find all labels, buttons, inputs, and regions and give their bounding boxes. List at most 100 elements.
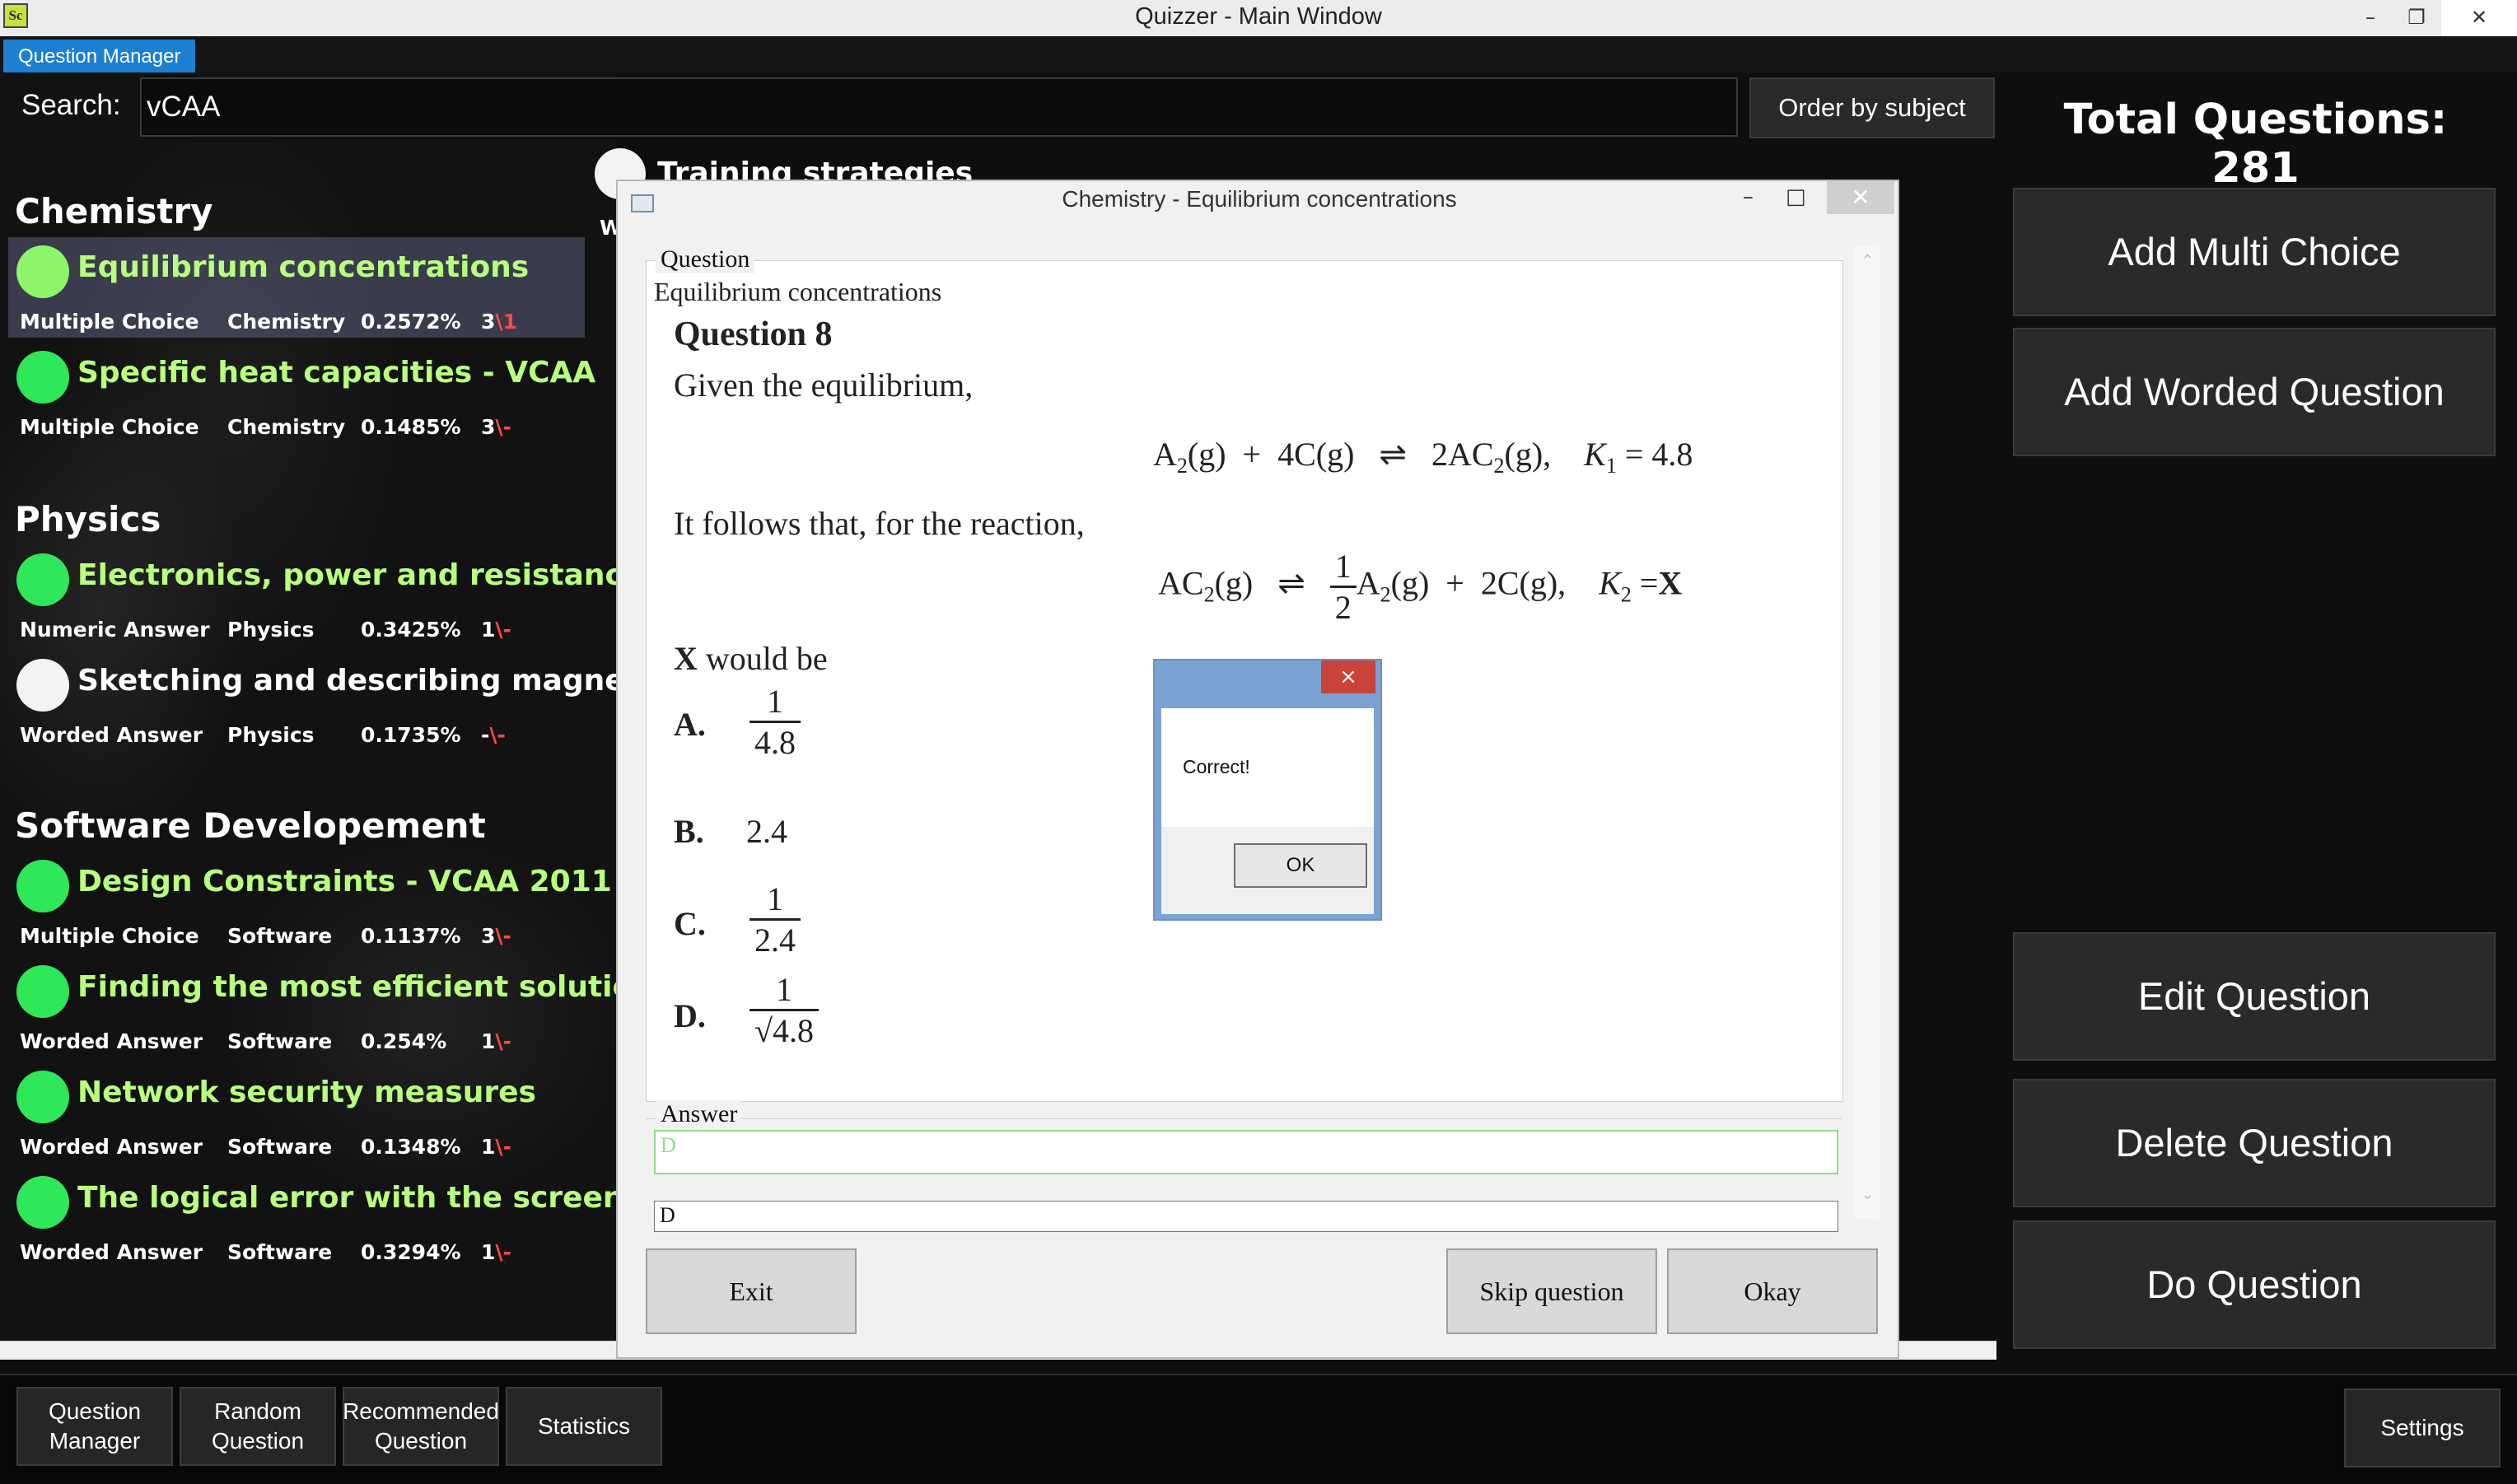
status-circle-icon: [16, 245, 69, 298]
status-circle-icon: [16, 553, 69, 606]
question-score: 1\-: [481, 1135, 511, 1159]
question-group-label: Question: [656, 245, 755, 273]
question-title: Finding the most efficient solution: [77, 970, 654, 1004]
question-subject: Physics: [227, 618, 315, 642]
question-subject: Chemistry: [227, 415, 346, 439]
question-item[interactable]: Electronics, power and resistance - Nume…: [8, 545, 665, 646]
do-question-button[interactable]: Do Question: [2013, 1220, 2496, 1349]
question-type: Multiple Choice: [20, 310, 199, 334]
total-questions: Total Questions: 281: [2063, 96, 2448, 193]
search-input[interactable]: vCAA: [140, 77, 1738, 137]
would-be-text: X would be: [674, 640, 828, 677]
question-title: Sketching and describing magnetic: [77, 664, 667, 698]
chevron-down-icon[interactable]: ⌄: [1861, 1186, 1874, 1203]
add-multi-choice-button[interactable]: Add Multi Choice: [2013, 188, 2496, 316]
question-score: 1\-: [481, 618, 511, 642]
question-percent: 0.1348%: [361, 1135, 461, 1159]
option-b-letter: B.: [674, 813, 704, 850]
question-percent: 0.1735%: [361, 723, 461, 747]
option-c-value: 1 2.4: [749, 880, 801, 959]
question-intro: Given the equilibrium,: [674, 366, 974, 404]
status-circle-icon: [16, 351, 69, 404]
minimize-icon[interactable]: –: [1743, 184, 1753, 209]
equation-1: A2(g) + 4C(g) ⇌ 2AC2(g), K1 = 4.8: [1153, 436, 1693, 478]
main-title-bar: Sc Quizzer - Main Window – ❐ ✕: [0, 0, 2517, 36]
tab-question-manager[interactable]: Question Manager: [3, 40, 196, 72]
question-type: Worded Answer: [20, 1029, 203, 1053]
nav-random-question-button[interactable]: Random Question: [180, 1387, 336, 1466]
question-item[interactable]: Network security measures Worded Answer …: [8, 1062, 585, 1163]
question-type: Worded Answer: [20, 1135, 203, 1159]
option-d-letter: D.: [674, 997, 706, 1034]
question-title: Specific heat capacities - VCAA: [77, 356, 596, 390]
status-circle-icon: [16, 860, 69, 912]
section-heading: Software Developement: [15, 805, 486, 846]
section-heading: Chemistry: [15, 191, 213, 231]
message-box: × Correct! OK: [1153, 659, 1382, 921]
nav-question-manager-button[interactable]: Question Manager: [16, 1387, 173, 1466]
close-icon[interactable]: ✕: [2441, 0, 2517, 36]
question-subject: Chemistry: [227, 310, 346, 334]
answer-input[interactable]: D: [654, 1130, 1838, 1174]
question-subject: Software: [227, 924, 333, 948]
question-item[interactable]: Specific heat capacities - VCAA Multiple…: [8, 343, 595, 443]
question-score: 3\1: [481, 310, 517, 334]
question-type: Worded Answer: [20, 723, 203, 747]
question-percent: 0.3425%: [361, 618, 461, 642]
question-type: Multiple Choice: [20, 415, 199, 439]
skip-question-button[interactable]: Skip question: [1446, 1248, 1657, 1334]
window-title: Quizzer - Main Window: [1135, 3, 1382, 30]
close-icon[interactable]: ✕: [1827, 181, 1894, 214]
question-type: Worded Answer: [20, 1240, 203, 1264]
question-score: 3\-: [481, 415, 511, 439]
nav-statistics-button[interactable]: Statistics: [506, 1387, 662, 1466]
question-item[interactable]: Finding the most efficient solution Word…: [8, 957, 654, 1057]
question-score: 1\-: [481, 1029, 511, 1053]
exit-button[interactable]: Exit: [646, 1248, 857, 1334]
question-follows-text: It follows that, for the reaction,: [674, 505, 1085, 542]
question-percent: 0.3294%: [361, 1240, 461, 1264]
question-percent: 0.254%: [361, 1029, 447, 1053]
section-heading: Physics: [15, 499, 161, 539]
question-title: Equilibrium concentrations: [77, 250, 530, 284]
ok-button[interactable]: OK: [1234, 843, 1367, 888]
order-by-subject-button[interactable]: Order by subject: [1749, 77, 1995, 138]
option-a-letter: A.: [674, 706, 706, 743]
question-item[interactable]: The logical error with the screen is Wor…: [8, 1168, 662, 1268]
status-circle-icon: [16, 1071, 69, 1123]
tab-strip: [0, 36, 2517, 72]
option-b-value: 2.4: [746, 813, 787, 850]
question-item[interactable]: Sketching and describing magnetic Worded…: [8, 651, 667, 751]
question-title: Design Constraints - VCAA 2011: [77, 865, 612, 898]
question-score: 3\-: [481, 924, 511, 948]
search-label: Search:: [21, 89, 121, 121]
nav-recommended-question-button[interactable]: Recommended Question: [343, 1387, 499, 1466]
question-percent: 0.1485%: [361, 415, 461, 439]
message-body: Correct!: [1161, 708, 1374, 827]
question-type: Numeric Answer: [20, 618, 210, 642]
edit-question-button[interactable]: Edit Question: [2013, 932, 2496, 1061]
submitted-answer-field[interactable]: D: [654, 1201, 1838, 1232]
status-circle-icon: [16, 965, 69, 1018]
vertical-scrollbar[interactable]: ⌃ ⌄: [1855, 247, 1880, 1219]
equation-2: AC2(g) ⇌ 1 2 A2(g) + 2C(g), K2 =X: [1158, 548, 1683, 626]
question-name: Equilibrium concentrations: [654, 277, 942, 306]
question-title: Electronics, power and resistance -: [77, 558, 665, 592]
chevron-up-icon[interactable]: ⌃: [1861, 252, 1874, 269]
okay-button[interactable]: Okay: [1667, 1248, 1878, 1334]
settings-button[interactable]: Settings: [2344, 1388, 2501, 1468]
delete-question-button[interactable]: Delete Question: [2013, 1079, 2496, 1207]
close-icon[interactable]: ×: [1321, 660, 1375, 693]
question-subject: Software: [227, 1029, 333, 1053]
question-subject: Software: [227, 1135, 333, 1159]
status-circle-icon: [16, 1176, 69, 1229]
question-item[interactable]: Design Constraints - VCAA 2011 Multiple …: [8, 852, 612, 952]
add-worded-question-button[interactable]: Add Worded Question: [2013, 328, 2496, 456]
question-percent: 0.1137%: [361, 924, 461, 948]
question-item[interactable]: Equilibrium concentrations Multiple Choi…: [8, 237, 585, 338]
option-d-value: 1 √4.8: [749, 970, 819, 1050]
status-circle-icon: [16, 659, 69, 712]
question-score: 1\-: [481, 1240, 511, 1264]
answer-group-label: Answer: [656, 1100, 743, 1128]
maximize-icon[interactable]: □: [1786, 184, 1806, 209]
